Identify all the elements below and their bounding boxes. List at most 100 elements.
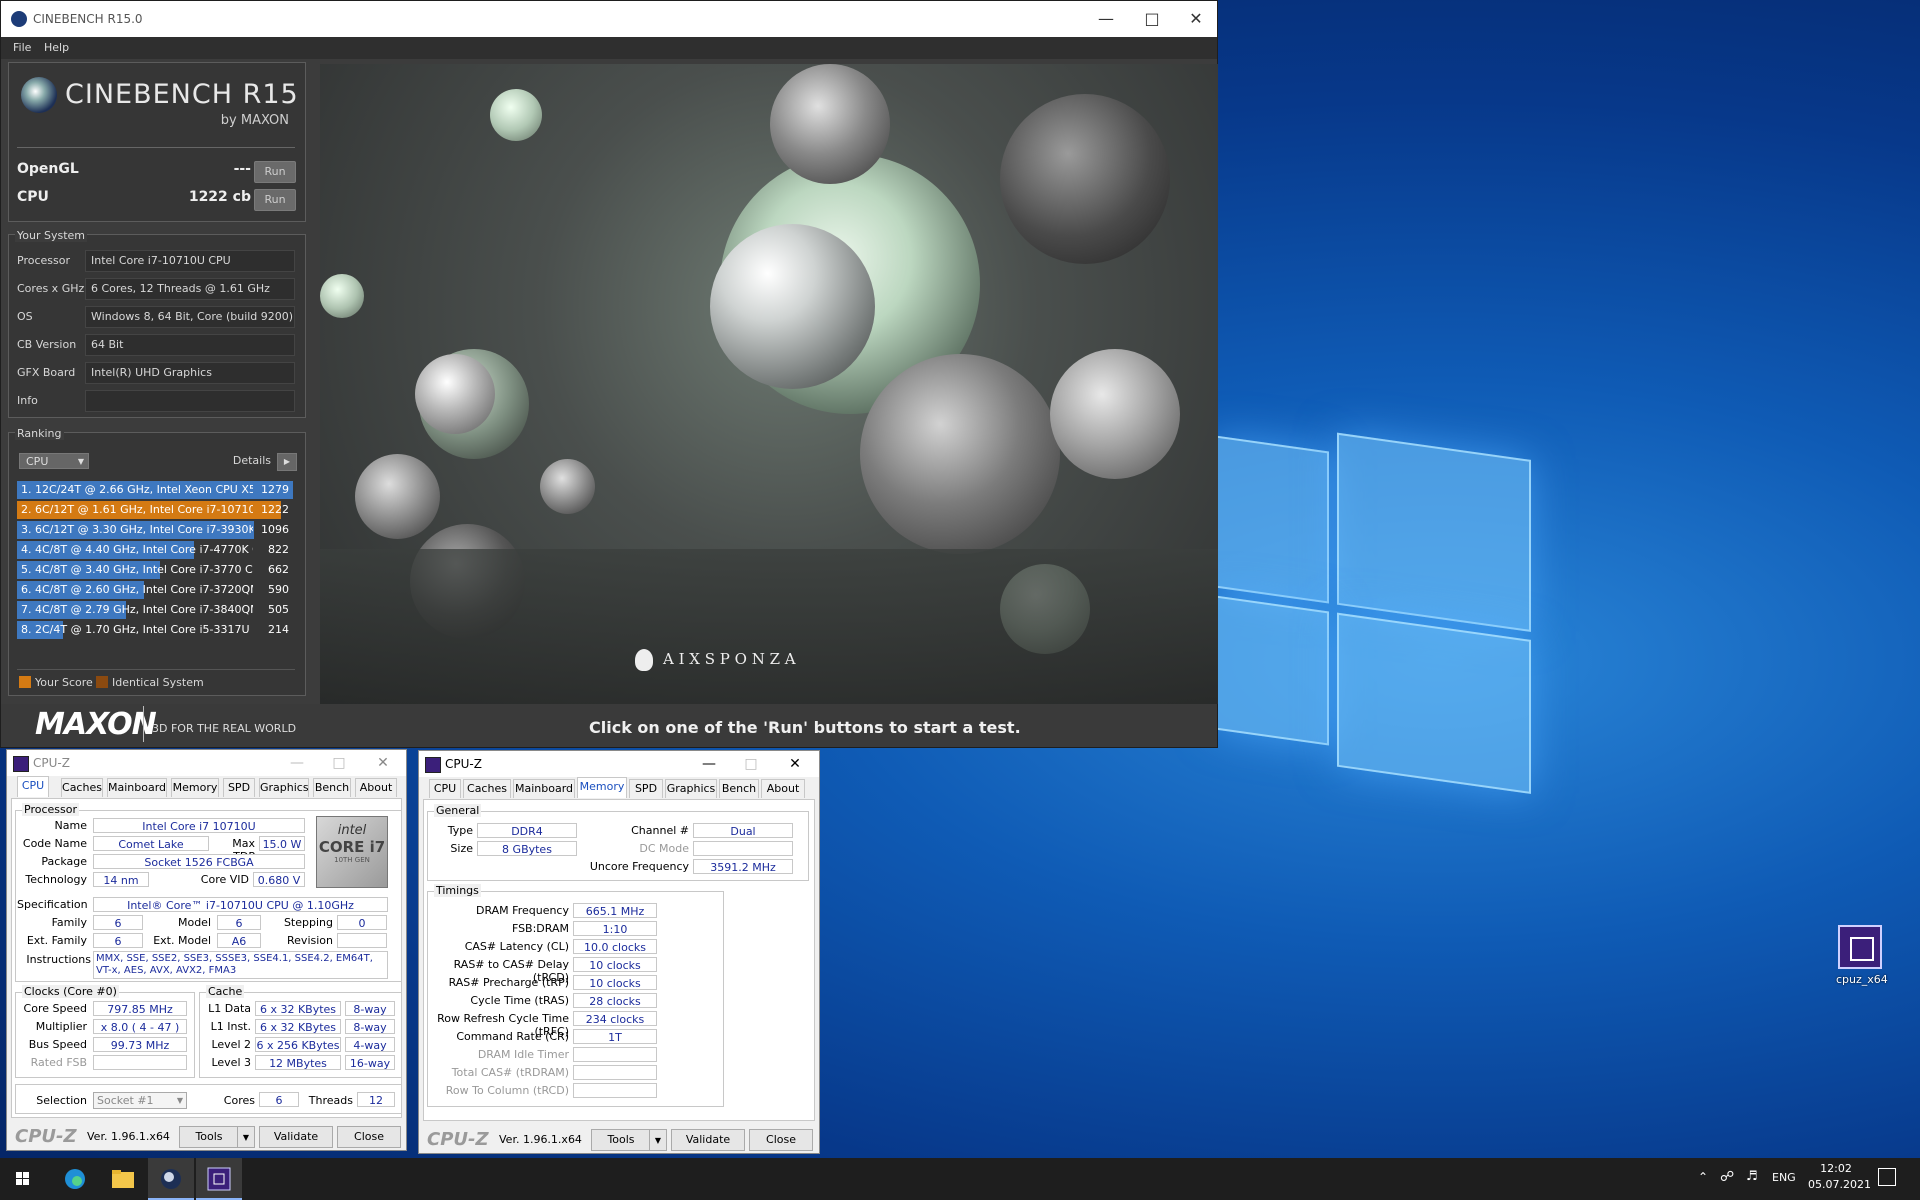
selection-label: Selection [36,1094,87,1107]
ranking-row[interactable]: 6. 4C/8T @ 2.60 GHz, Intel Core i7-3720Q… [17,581,293,599]
taskbar-file-explorer[interactable] [100,1158,146,1200]
validate-button[interactable]: Validate [259,1126,333,1148]
tab-cpu[interactable]: CPU [429,779,461,798]
ranking-row[interactable]: 3. 6C/12T @ 3.30 GHz, Intel Core i7-3930… [17,521,293,539]
minimize-button[interactable]: — [689,753,729,775]
l1inst-way: 8-way [345,1019,395,1034]
status-text: Click on one of the 'Run' buttons to sta… [589,718,1021,737]
processor-group-title: Processor [22,803,79,816]
ranking-score: 1222 [261,503,289,516]
menu-file[interactable]: File [13,41,31,54]
details-label: Details [232,454,271,467]
clocks-group-title: Clocks (Core #0) [22,985,119,998]
close-button[interactable]: ✕ [775,753,815,775]
tab-spd[interactable]: SPD [223,778,255,797]
maximize-button[interactable]: □ [731,753,771,775]
opengl-score: --- [233,161,251,177]
menu-help[interactable]: Help [44,41,69,54]
cpuz-logo: CPU-Z [427,1129,489,1150]
cpuz-titlebar[interactable]: CPU-Z — □ ✕ [419,751,819,777]
ranking-row[interactable]: 1. 12C/24T @ 2.66 GHz, Intel Xeon CPU X5… [17,481,293,499]
tab-graphics[interactable]: Graphics [259,778,309,797]
cinebench-titlebar[interactable]: CINEBENCH R15.0 — □ ✕ [1,1,1217,37]
show-hidden-icons-chevron-icon[interactable]: ⌃ [1698,1170,1708,1184]
details-button[interactable]: ▶ [277,453,297,471]
close-button[interactable]: ✕ [1173,1,1219,37]
extmodel-value: A6 [217,933,261,948]
opengl-run-button[interactable]: Run [254,161,296,183]
tab-bench[interactable]: Bench [719,779,759,798]
timing-value: 28 clocks [573,993,657,1008]
start-button[interactable] [0,1158,46,1200]
folder-icon [112,1170,134,1188]
l3-value: 12 MBytes [255,1055,341,1070]
timing-value: 665.1 MHz [573,903,657,918]
timing-value: 1T [573,1029,657,1044]
tools-button[interactable]: Tools [179,1126,239,1148]
tools-dropdown-button[interactable]: ▼ [237,1126,255,1148]
notification-center-icon[interactable] [1878,1168,1896,1186]
minimize-button[interactable]: — [1083,1,1129,37]
play-arrow-icon: ▶ [283,457,291,466]
ranking-select[interactable]: CPU ▼ [19,453,89,469]
cpu-run-button[interactable]: Run [254,189,296,211]
aixsponza-text: A I X S P O N Z A [663,650,796,668]
cinebench-logo-sub: by MAXON [220,113,289,128]
technology-value: 14 nm [93,872,149,887]
system-label: Cores x GHz [17,282,85,295]
ranking-score: 505 [268,603,289,616]
selection-dropdown[interactable]: Socket #1 ▼ [93,1092,187,1109]
tools-dropdown-button[interactable]: ▼ [649,1129,667,1151]
taskbar-edge[interactable] [52,1158,98,1200]
tab-about[interactable]: About [355,778,397,797]
ranking-text: 7. 4C/8T @ 2.79 GHz, Intel Core i7-3840Q… [21,603,253,616]
tab-caches[interactable]: Caches [61,778,103,797]
close-window-button[interactable]: Close [337,1126,401,1148]
l1inst-value: 6 x 32 KBytes [255,1019,341,1034]
taskbar-cinebench[interactable] [148,1158,194,1200]
desktop-icon-cpuz[interactable]: cpuz_x64 [1836,925,1888,986]
tab-memory[interactable]: Memory [577,777,627,798]
cpuz-titlebar[interactable]: CPU-Z — □ ✕ [7,750,406,776]
volume-muted-icon[interactable]: ♬ [1746,1169,1758,1184]
close-button[interactable]: ✕ [363,752,403,774]
ranking-row[interactable]: 4. 4C/8T @ 4.40 GHz, Intel Core i7-4770K… [17,541,293,559]
language-indicator[interactable]: ENG [1772,1171,1796,1184]
cpu-score: 1222 cb [188,189,251,205]
tab-graphics[interactable]: Graphics [665,779,717,798]
family-label: Family [51,916,87,929]
tab-caches[interactable]: Caches [463,779,511,798]
package-value: Socket 1526 FCBGA [93,854,305,869]
render-sphere [540,459,595,514]
chevron-down-icon: ▼ [242,1133,250,1142]
tab-spd[interactable]: SPD [629,779,663,798]
tab-memory[interactable]: Memory [171,778,219,797]
timing-label: FSB:DRAM [511,922,569,935]
maximize-button[interactable]: □ [319,752,359,774]
clock[interactable]: 12:02 05.07.2021 [1808,1162,1871,1191]
type-label: Type [447,824,473,837]
ranking-row[interactable]: 8. 2C/4T @ 1.70 GHz, Intel Core i5-3317U… [17,621,293,639]
close-window-button[interactable]: Close [749,1129,813,1151]
validate-button[interactable]: Validate [671,1129,745,1151]
ranking-row[interactable]: 5. 4C/8T @ 3.40 GHz, Intel Core i7-3770 … [17,561,293,579]
minimize-button[interactable]: — [277,752,317,774]
taskbar-cpuz[interactable] [196,1158,242,1200]
ranking-row[interactable]: 7. 4C/8T @ 2.79 GHz, Intel Core i7-3840Q… [17,601,293,619]
tools-button[interactable]: Tools [591,1129,651,1151]
ranking-text: 1. 12C/24T @ 2.66 GHz, Intel Xeon CPU X5… [21,483,253,496]
tab-bench[interactable]: Bench [313,778,351,797]
busspeed-value: 99.73 MHz [93,1037,187,1052]
tab-cpu[interactable]: CPU [17,776,49,797]
ranking-row[interactable]: 2. 6C/12T @ 1.61 GHz, Intel Core i7-1071… [17,501,293,519]
network-icon[interactable]: ☍ [1720,1169,1734,1185]
tab-mainboard[interactable]: Mainboard [107,778,167,797]
windows-start-icon [16,1172,29,1185]
ranking-text: 3. 6C/12T @ 3.30 GHz, Intel Core i7-3930… [21,523,253,536]
multiplier-value: x 8.0 ( 4 - 47 ) [93,1019,187,1034]
ranking-score: 590 [268,583,289,596]
tab-about[interactable]: About [761,779,805,798]
channel-label: Channel # [631,824,689,837]
maximize-button[interactable]: □ [1129,1,1175,37]
tab-mainboard[interactable]: Mainboard [513,779,575,798]
